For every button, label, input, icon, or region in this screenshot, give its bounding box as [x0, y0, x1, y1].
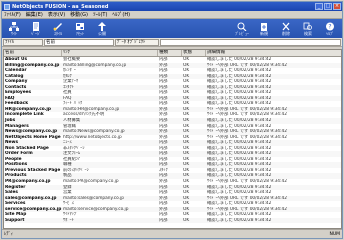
page-button[interactable]: ﾍﾟｰｼﾞ — [28, 21, 44, 37]
table-body: About Us 会社概要 内部 OK 確認しました 00/02/28 9:34:42 B… — [4, 57, 341, 224]
column-header-details[interactable]: 詳細情報 — [206, 50, 341, 56]
style-icon — [53, 22, 62, 31]
assets-button[interactable]: ｱｾｯﾄ — [72, 21, 88, 37]
app-window: NetObjects FUSION - aa_Seasoned _ □ × ﾌｧ… — [1, 1, 343, 239]
column-header-status[interactable]: 状態 — [182, 50, 206, 56]
table-header: 名前 ﾘﾝｸ 種類 状態 詳細情報 — [4, 50, 341, 57]
maximize-button[interactable]: □ — [324, 3, 332, 10]
preview-button[interactable]: ﾌﾟﾚﾋﾞｭｰ — [234, 21, 250, 37]
find-icon — [303, 22, 312, 30]
cell-details: 確認しました 00/02/28 9:34:42 — [207, 217, 272, 223]
menu-help[interactable]: ﾍﾙﾌﾟ(H) — [112, 11, 130, 18]
filter-data-object-label: ﾃﾞｰﾀ ｵﾌﾞｼﾞｪｸﾄ — [115, 38, 159, 46]
app-icon — [4, 3, 10, 10]
window-title: NetObjects FUSION - aa_Seasoned — [12, 3, 109, 10]
close-button[interactable]: × — [333, 3, 341, 10]
menu-file[interactable]: ﾌｧｲﾙ(F) — [4, 11, 21, 18]
svg-text:?: ? — [328, 23, 331, 30]
site-button[interactable]: ｻｲﾄ — [6, 21, 22, 37]
page-icon — [33, 21, 39, 31]
filter-data-object-input[interactable] — [160, 38, 341, 46]
new-icon — [261, 22, 267, 31]
toolbar: ｻｲﾄ ﾍﾟｰｼﾞ ｽﾀｲﾙ ｱｾｯﾄ 公開 ﾌﾟﾚﾋﾞｭｰ 新規 削除 検索 … — [2, 19, 342, 38]
menu-bar: ﾌｧｲﾙ(F) 編集(E) 表示(V) 移動(G) ﾂｰﾙ(T) ﾍﾙﾌﾟ(H) — [2, 11, 342, 19]
delete-button[interactable]: 削除 — [278, 21, 294, 37]
help-icon: ? — [326, 22, 334, 30]
status-text: ﾚﾃﾞｨ — [4, 232, 13, 237]
assets-icon — [76, 22, 84, 30]
num-lock-indicator: NUM — [329, 231, 340, 237]
cell-type: 内部 — [159, 217, 168, 223]
title-bar[interactable]: NetObjects FUSION - aa_Seasoned _ □ × — [2, 2, 342, 11]
column-header-type[interactable]: 種類 — [158, 50, 182, 56]
cell-name: Support — [5, 217, 25, 223]
publish-button[interactable]: 公開 — [94, 21, 110, 37]
find-button[interactable]: 検索 — [300, 21, 316, 37]
help-button[interactable]: ? ﾍﾙﾌﾟ — [322, 21, 338, 37]
link-table: 名前 ﾘﾝｸ 種類 状態 詳細情報 About Us 会社概要 内部 OK 確認しました… — [3, 49, 342, 229]
publish-icon — [98, 21, 106, 31]
cell-link: ｻﾎﾟｰﾄ — [63, 217, 74, 223]
table-row[interactable]: Support ｻﾎﾟｰﾄ 内部 OK 確認しました 00/02/28 9:34:42 — [4, 217, 341, 224]
menu-view[interactable]: 表示(V) — [48, 11, 65, 18]
menu-go[interactable]: 移動(G) — [70, 11, 88, 18]
style-button[interactable]: ｽﾀｲﾙ — [50, 21, 66, 37]
minimize-button[interactable]: _ — [315, 3, 323, 10]
filter-field-label: ﾌｧｲﾙ — [3, 38, 43, 46]
site-icon — [9, 21, 19, 31]
delete-icon — [282, 22, 290, 30]
filter-bar: ﾌｧｲﾙ 名前 ﾃﾞｰﾀ ｵﾌﾞｼﾞｪｸﾄ — [2, 38, 342, 47]
preview-icon — [237, 22, 247, 31]
menu-tools[interactable]: ﾂｰﾙ(T) — [93, 11, 107, 18]
cell-status: OK — [183, 217, 190, 223]
filter-field-select[interactable]: 名前 — [44, 38, 114, 46]
column-header-name[interactable]: 名前 — [4, 50, 62, 56]
column-header-link[interactable]: ﾘﾝｸ — [62, 50, 158, 56]
menu-edit[interactable]: 編集(E) — [26, 11, 43, 18]
new-button[interactable]: 新規 — [256, 21, 272, 37]
status-bar: ﾚﾃﾞｨ NUM — [2, 229, 342, 238]
